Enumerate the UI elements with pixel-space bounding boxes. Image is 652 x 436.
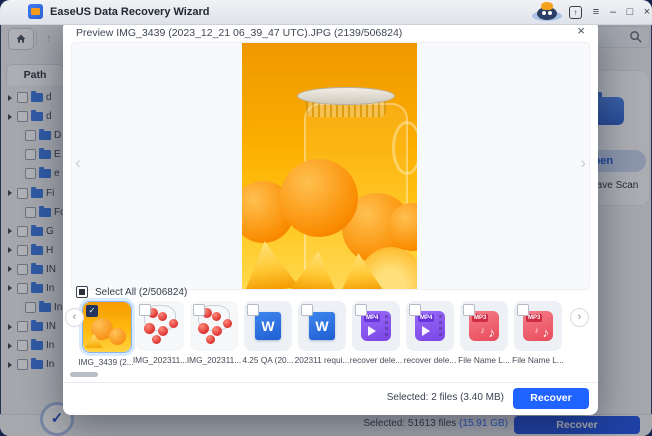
word-file-icon: W — [309, 312, 335, 340]
thumbnail-tile[interactable]: MP3♪♪ File Name L... — [514, 301, 562, 367]
word-file-icon: W — [255, 312, 281, 340]
thumbnail-checkbox[interactable] — [517, 304, 529, 316]
menu-icon[interactable]: ≡ — [588, 0, 604, 24]
thumbnail-tile[interactable]: W 202311 requi... — [298, 301, 346, 367]
photo-orange — [280, 159, 358, 237]
thumbnail-checkbox[interactable] — [409, 304, 421, 316]
preview-area: ‹ › — [71, 42, 590, 290]
thumbnail-label: IMG_202311... — [132, 355, 188, 365]
select-all-checkbox[interactable] — [76, 286, 88, 298]
play-icon — [368, 326, 376, 336]
thumbnail-label: File Name L... — [456, 355, 512, 365]
thumbnail-label: IMG_3439 (2... — [78, 357, 134, 367]
upgrade-icon[interactable]: ↑ — [569, 6, 582, 19]
orange-photo-shape — [109, 328, 126, 345]
thumbnail-box[interactable]: MP3♪♪ — [460, 301, 508, 351]
filmstrip-tiles: ✓ IMG_3439 (2... IMG_202311... IMG_20231… — [82, 301, 562, 367]
tomato-photo-shape — [206, 335, 215, 344]
thumbnail-checkbox[interactable] — [355, 304, 367, 316]
minimize-button[interactable]: – — [605, 0, 621, 24]
select-all-label: Select All (2/506824) — [95, 287, 187, 298]
thumbnail-box[interactable]: MP3♪♪ — [514, 301, 562, 351]
dialog-close-icon[interactable]: × — [577, 23, 585, 38]
music-note-icon: ♪ — [543, 325, 550, 340]
select-all-row: Select All (2/506824) — [76, 286, 187, 298]
thumbnail-checkbox[interactable] — [463, 304, 475, 316]
app-window: EaseUS Data Recovery Wizard ↑ ≡ – □ × ↑ … — [0, 0, 652, 436]
preview-dialog-title: Preview IMG_3439 (2023_12_21 06_39_47 UT… — [76, 27, 402, 39]
tomato-photo-shape — [198, 323, 209, 334]
tomato-photo-shape — [212, 326, 222, 336]
thumbnail-tile[interactable]: IMG_202311... — [190, 301, 238, 367]
tomato-photo-shape — [158, 326, 168, 336]
tomato-photo-shape — [212, 312, 221, 321]
thumbnail-box[interactable]: ✓ — [82, 301, 132, 353]
footer-divider — [63, 382, 598, 383]
thumbnail-checkbox[interactable] — [301, 304, 313, 316]
thumbnail-tile[interactable]: W 4.25 QA (20... — [244, 301, 292, 367]
music-note-icon: ♪ — [535, 325, 540, 335]
assistant-mascot-icon[interactable] — [532, 2, 562, 22]
preview-next-button[interactable]: › — [580, 153, 586, 173]
preview-image — [242, 43, 417, 289]
thumbnail-box[interactable]: MP4 — [406, 301, 454, 351]
thumbnail-box[interactable] — [136, 301, 184, 351]
photo-jar-lid — [297, 87, 395, 105]
close-button[interactable]: × — [639, 0, 652, 24]
modal-selected-text: Selected: 2 files (3.40 MB) — [387, 392, 504, 403]
thumbnail-label: IMG_202311... — [186, 355, 242, 365]
thumbnail-checkbox[interactable]: ✓ — [86, 305, 98, 317]
photo-orange-wedge — [242, 237, 299, 289]
thumbnail-label: recover dele... — [402, 355, 458, 365]
thumbnail-box[interactable]: W — [244, 301, 292, 351]
mascot-eye — [542, 11, 546, 15]
thumbnail-checkbox[interactable] — [193, 304, 205, 316]
tomato-photo-shape — [152, 335, 161, 344]
thumbnail-tile[interactable]: MP3♪♪ File Name L... — [460, 301, 508, 367]
filmstrip-holes — [385, 315, 388, 337]
thumbnail-box[interactable]: MP4 — [352, 301, 400, 351]
filmstrip-holes — [439, 315, 442, 337]
thumbnail-tile[interactable]: IMG_202311... — [136, 301, 184, 367]
thumbnail-label: recover dele... — [348, 355, 404, 365]
app-title: EaseUS Data Recovery Wizard — [50, 0, 209, 24]
filmstrip-prev-button[interactable]: ‹ — [65, 308, 84, 327]
thumbnail-box[interactable] — [190, 301, 238, 351]
thumbnail-label: 202311 requi... — [294, 355, 350, 365]
filmstrip-next-button[interactable]: › — [570, 308, 589, 327]
tomato-photo-shape — [169, 319, 178, 328]
tomato-photo-shape — [144, 323, 155, 334]
thumbnail-checkbox[interactable] — [139, 304, 151, 316]
thumbnail-box[interactable]: W — [298, 301, 346, 351]
thumbnail-checkbox[interactable] — [247, 304, 259, 316]
mascot-eye — [548, 11, 552, 15]
music-note-icon: ♪ — [481, 325, 486, 335]
thumbnail-tile[interactable]: MP4 recover dele... — [352, 301, 400, 367]
play-icon — [422, 326, 430, 336]
app-logo-icon — [28, 4, 43, 19]
thumbnail-label: File Name L... — [510, 355, 566, 365]
mascot-hat — [541, 2, 553, 10]
preview-prev-button[interactable]: ‹ — [75, 153, 81, 173]
tomato-photo-shape — [223, 319, 232, 328]
music-note-icon: ♪ — [489, 325, 496, 340]
preview-dialog: Preview IMG_3439 (2023_12_21 06_39_47 UT… — [63, 20, 598, 415]
thumbnail-tile[interactable]: MP4 recover dele... — [406, 301, 454, 367]
photo-jar-handle — [392, 121, 417, 175]
thumbnail-label: 4.25 QA (20... — [240, 355, 296, 365]
maximize-button[interactable]: □ — [622, 0, 638, 24]
tomato-photo-shape — [158, 312, 167, 321]
title-bar: EaseUS Data Recovery Wizard ↑ ≡ – □ × — [0, 0, 652, 25]
filmstrip-scrollbar[interactable] — [70, 372, 98, 377]
recover-button-modal[interactable]: Recover — [513, 388, 589, 409]
thumbnail-tile[interactable]: ✓ IMG_3439 (2... — [82, 301, 130, 367]
